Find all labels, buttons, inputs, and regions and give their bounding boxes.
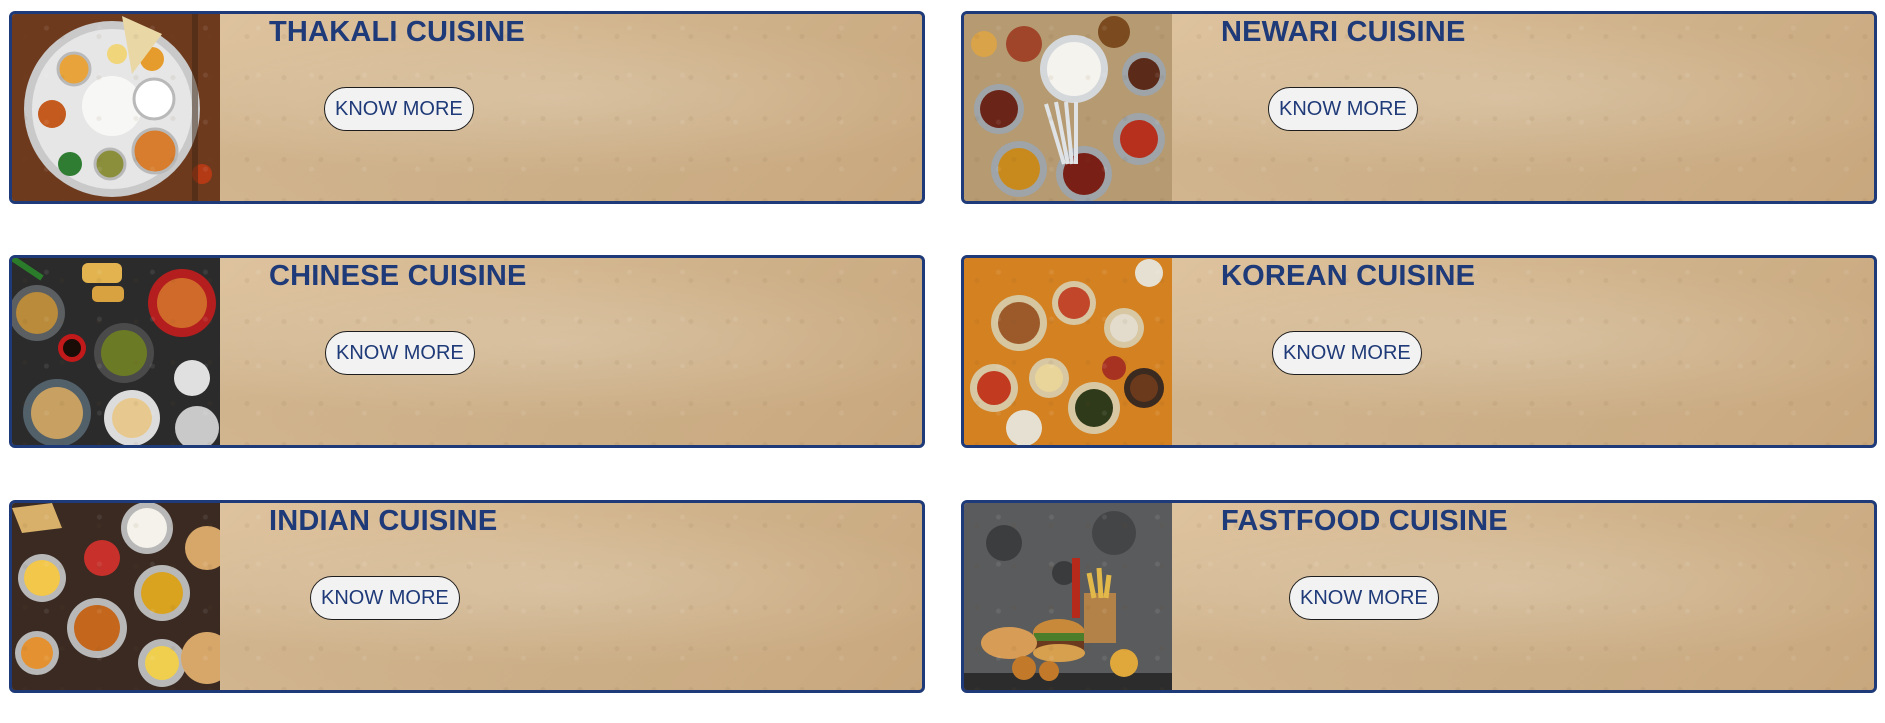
know-more-button[interactable]: KNOW MORE	[324, 87, 474, 131]
cuisine-card-thakali: THAKALI CUISINE KNOW MORE	[9, 11, 925, 204]
know-more-button[interactable]: KNOW MORE	[325, 331, 475, 375]
know-more-button[interactable]: KNOW MORE	[1272, 331, 1422, 375]
cuisine-card-newari: NEWARI CUISINE KNOW MORE	[961, 11, 1877, 204]
fastfood-food-image	[964, 503, 1172, 690]
cuisine-card-indian: INDIAN CUISINE KNOW MORE	[9, 500, 925, 693]
card-title: NEWARI CUISINE	[1221, 16, 1466, 48]
card-title: INDIAN CUISINE	[269, 505, 498, 537]
indian-food-image	[12, 503, 220, 690]
thakali-food-icon	[12, 14, 220, 201]
cuisine-card-chinese: CHINESE CUISINE KNOW MORE	[9, 255, 925, 448]
card-title: FASTFOOD CUISINE	[1221, 505, 1508, 537]
card-title: THAKALI CUISINE	[269, 16, 525, 48]
chinese-food-image	[12, 258, 220, 445]
chinese-food-icon	[12, 258, 220, 445]
fastfood-food-icon	[964, 503, 1172, 690]
korean-food-icon	[964, 258, 1172, 445]
card-title: CHINESE CUISINE	[269, 260, 527, 292]
know-more-button[interactable]: KNOW MORE	[1268, 87, 1418, 131]
card-title: KOREAN CUISINE	[1221, 260, 1476, 292]
know-more-button[interactable]: KNOW MORE	[310, 576, 460, 620]
know-more-button[interactable]: KNOW MORE	[1289, 576, 1439, 620]
indian-food-icon	[12, 503, 220, 690]
thakali-food-image	[12, 14, 220, 201]
cuisine-card-korean: KOREAN CUISINE KNOW MORE	[961, 255, 1877, 448]
cuisine-card-fastfood: FASTFOOD CUISINE KNOW MORE	[961, 500, 1877, 693]
korean-food-image	[964, 258, 1172, 445]
newari-food-icon	[964, 14, 1172, 201]
newari-food-image	[964, 14, 1172, 201]
